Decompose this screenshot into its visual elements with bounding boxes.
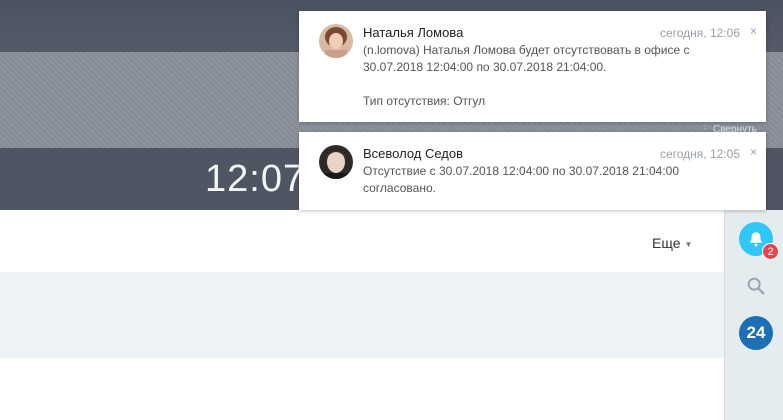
notification-count-badge: 2	[762, 243, 779, 260]
notification-text-line: (n.lomova) Наталья Ломова будет отсутств…	[363, 43, 690, 57]
more-button-label: Еще	[652, 235, 681, 251]
search-icon	[747, 277, 765, 295]
close-icon[interactable]: ×	[750, 145, 757, 159]
bitrix24-button[interactable]: 24	[739, 316, 773, 350]
notification-card[interactable]: Наталья Ломова сегодня, 12:06 × (n.lomov…	[299, 11, 766, 122]
bell-icon	[750, 232, 762, 247]
notification-text: (n.lomova) Наталья Ломова будет отсутств…	[363, 42, 743, 110]
search-button[interactable]	[745, 275, 767, 297]
notification-time: сегодня, 12:06	[659, 26, 740, 40]
close-icon[interactable]: ×	[750, 24, 757, 38]
notification-text-line: согласовано.	[363, 181, 436, 195]
notification-time: сегодня, 12:05	[659, 147, 740, 161]
avatar	[319, 24, 353, 58]
notification-text: Отсутствие с 30.07.2018 12:04:00 по 30.0…	[363, 163, 743, 197]
notification-text-line: 30.07.2018 12:04:00 по 30.07.2018 21:04:…	[363, 60, 607, 74]
notification-text-line: Тип отсутствия: Отгул	[363, 94, 486, 108]
notification-author[interactable]: Всеволод Седов	[363, 146, 463, 161]
avatar	[319, 145, 353, 179]
content-grey-row	[0, 272, 724, 358]
notification-author[interactable]: Наталья Ломова	[363, 25, 463, 40]
more-button[interactable]: Еще ▼	[652, 235, 692, 251]
notification-text-line: Отсутствие с 30.07.2018 12:04:00 по 30.0…	[363, 164, 680, 178]
caret-down-icon: ▼	[684, 239, 693, 249]
header-clock: 12:07	[205, 158, 306, 200]
notification-card[interactable]: Всеволод Седов сегодня, 12:05 × Отсутств…	[299, 132, 766, 210]
